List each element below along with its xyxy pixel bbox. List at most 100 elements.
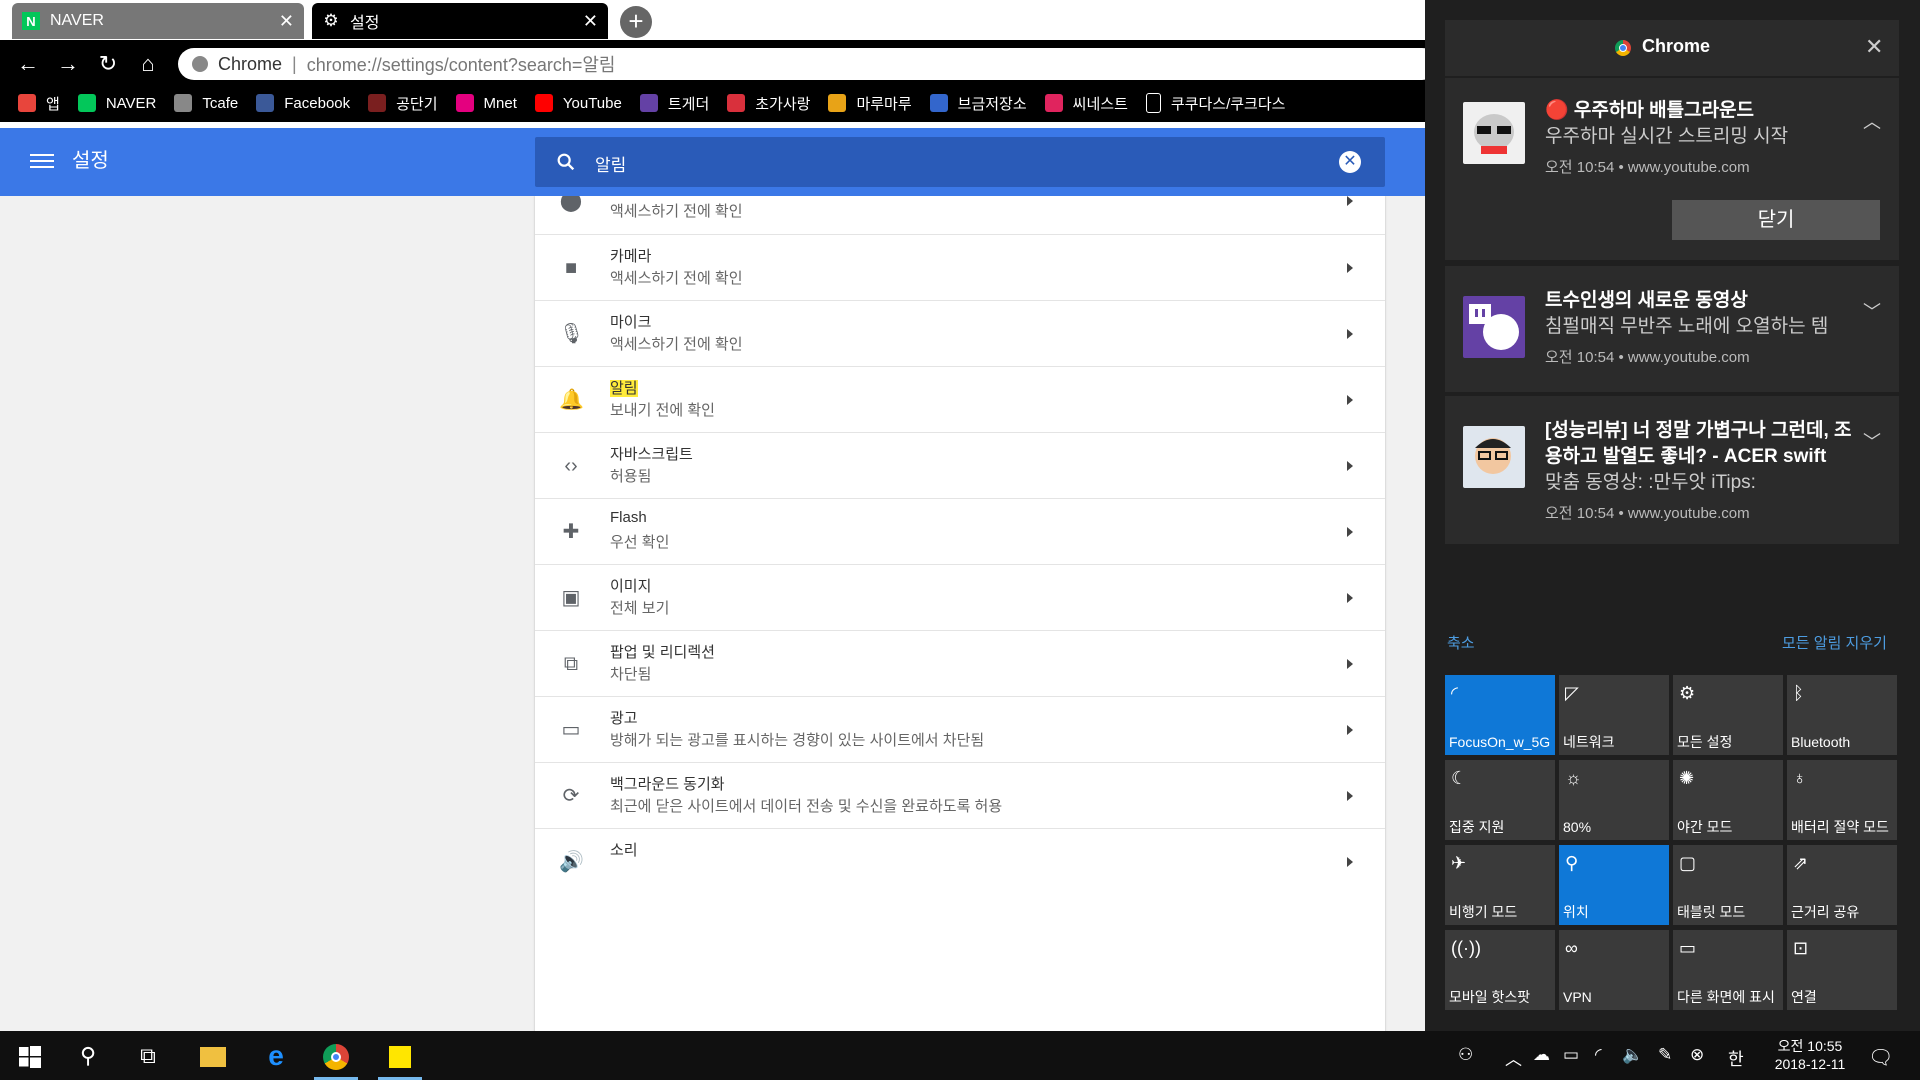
volume-icon[interactable]: 🔈 — [1622, 1045, 1643, 1065]
notification-card[interactable]: 🔴 우주하마 배틀그라운드 우주하마 실시간 스트리밍 시작 오전 10:54 … — [1445, 78, 1899, 260]
bookmark-item[interactable]: 마루마루 — [828, 93, 912, 114]
close-icon[interactable]: ✕ — [1865, 34, 1883, 60]
chevron-down-icon[interactable]: ﹀ — [1863, 428, 1881, 454]
settings-row[interactable]: 🎙 마이크 액세스하기 전에 확인 — [535, 300, 1385, 366]
chevron-up-icon[interactable]: ︿ — [1505, 1045, 1522, 1070]
bookmark-item[interactable]: 초가사랑 — [727, 93, 810, 114]
bookmark-item[interactable]: NAVER — [77, 94, 156, 112]
settings-row[interactable]: ⟳ 백그라운드 동기화 최근에 닫은 사이트에서 데이터 전송 및 수신을 완료하도… — [535, 762, 1385, 828]
bgm-store-icon — [929, 94, 948, 112]
close-icon[interactable]: ✕ — [583, 11, 598, 32]
bookmark-item[interactable]: 앱 — [18, 93, 60, 114]
dismiss-button[interactable]: 닫기 — [1672, 200, 1880, 240]
quick-action-label: Bluetooth — [1791, 734, 1851, 750]
settings-row[interactable]: ⧉ 팝업 및 리디렉션 차단됨 — [535, 630, 1385, 696]
quick-action-tile[interactable]: ⊡ 연결 — [1787, 930, 1897, 1010]
settings-row[interactable]: ⬤ 위치액세스하기 전에 확인 — [535, 196, 1385, 234]
edge-browser-icon[interactable]: e — [246, 1031, 306, 1080]
search-input[interactable] — [593, 147, 1297, 179]
quick-action-tile[interactable]: ⚲ 위치 — [1559, 845, 1669, 925]
quick-action-tile[interactable]: ▢ 태블릿 모드 — [1673, 845, 1783, 925]
settings-row[interactable]: ‹› 자바스크립트 허용됨 — [535, 432, 1385, 498]
settings-row[interactable]: 🔔 알림 보내기 전에 확인 — [535, 366, 1385, 432]
file-explorer-icon[interactable] — [183, 1031, 243, 1080]
onedrive-cloud-icon[interactable]: ☁ — [1533, 1045, 1550, 1065]
clear-all-notifications-link[interactable]: 모든 알림 지우기 — [1782, 632, 1887, 653]
settings-row-title: 이미지 — [610, 578, 652, 595]
settings-row-title: 카메라 — [610, 248, 652, 265]
settings-row[interactable]: ■ 카메라액세스하기 전에 확인 — [535, 234, 1385, 300]
action-center-icon[interactable]: 🗨 — [1868, 1045, 1893, 1070]
ime-indicator[interactable]: 한 — [1728, 1045, 1744, 1070]
quick-action-tile[interactable]: ∞ VPN — [1559, 930, 1669, 1010]
notification-card[interactable]: 트수인생의 새로운 동영상 침펄매직 무반주 노래에 오열하는 템 오전 10:… — [1445, 266, 1899, 392]
bookmark-item[interactable]: Mnet — [455, 94, 517, 112]
notification-title: [성능리뷰] 너 정말 가볍구나 그런데, 조용하고 발열도 좋네? - ACE… — [1545, 420, 1852, 467]
quick-action-tile[interactable]: ✺ 야간 모드 — [1673, 760, 1783, 840]
close-circle-icon[interactable]: ⊗ — [1690, 1045, 1704, 1065]
bookmark-item[interactable]: Tcafe — [174, 94, 238, 112]
task-view-icon[interactable]: ⧉ — [118, 1031, 178, 1080]
bookmark-item[interactable]: 공단기 — [368, 93, 438, 114]
address-bar[interactable]: Chrome | chrome://settings/content?searc… — [178, 48, 1438, 80]
notification-card[interactable]: [성능리뷰] 너 정말 가볍구나 그런데, 조용하고 발열도 좋네? - ACE… — [1445, 396, 1899, 544]
naver-icon: N — [22, 12, 40, 30]
settings-search-box: ✕ — [535, 137, 1385, 187]
people-icon[interactable]: ⚇ — [1458, 1045, 1473, 1065]
bookmark-item[interactable]: Facebook — [256, 94, 350, 112]
quick-action-tile[interactable]: ◜ FocusOn_w_5G — [1445, 675, 1555, 755]
search-icon[interactable]: ⚲ — [58, 1031, 118, 1080]
tgd-icon — [639, 94, 658, 112]
tab-naver[interactable]: N NAVER ✕ — [12, 3, 304, 39]
quick-action-tile[interactable]: ☾ 집중 지원 — [1445, 760, 1555, 840]
sticky-notes-icon[interactable] — [370, 1031, 430, 1080]
quick-action-tile[interactable]: ⚙ 모든 설정 — [1673, 675, 1783, 755]
battery-icon[interactable]: ▭ — [1563, 1045, 1579, 1065]
taskbar-clock[interactable]: 오전 10:55 2018-12-11 — [1760, 1037, 1860, 1073]
quick-action-label: 배터리 절약 모드 — [1791, 819, 1889, 835]
quick-action-label: 집중 지원 — [1449, 819, 1505, 835]
windows-start-icon[interactable] — [0, 1031, 60, 1080]
tab-settings[interactable]: ⚙ 설정 ✕ — [312, 3, 608, 39]
chevron-up-icon[interactable]: ︿ — [1863, 108, 1881, 134]
cinest-icon — [1044, 94, 1063, 112]
bookmark-item[interactable]: YouTube — [534, 94, 622, 112]
search-icon — [557, 153, 575, 171]
notification-title: 트수인생의 새로운 동영상 — [1545, 290, 1748, 311]
quick-action-tile[interactable]: ⇗ 근거리 공유 — [1787, 845, 1897, 925]
clear-search-icon[interactable]: ✕ — [1339, 151, 1361, 173]
new-tab-button[interactable]: + — [620, 6, 652, 38]
quick-action-tile[interactable]: ᛒ Bluetooth — [1787, 675, 1897, 755]
camera-icon: ■ — [564, 257, 578, 279]
settings-row[interactable]: 🔊 소리 — [535, 828, 1385, 894]
forward-arrow-icon[interactable]: → — [52, 48, 84, 80]
settings-row[interactable]: ▣ 이미지 전체 보기 — [535, 564, 1385, 630]
wifi-icon[interactable]: ◜ — [1595, 1045, 1602, 1065]
back-arrow-icon[interactable]: ← — [12, 48, 44, 80]
chrome-taskbar-icon[interactable] — [306, 1031, 366, 1080]
settings-row-subtitle: 액세스하기 전에 확인 — [610, 270, 743, 287]
close-icon[interactable]: ✕ — [279, 11, 294, 32]
quick-action-tile[interactable]: ☼ 80% — [1559, 760, 1669, 840]
bookmark-item[interactable]: 씨네스트 — [1044, 93, 1128, 114]
reload-icon[interactable]: ↻ — [92, 48, 124, 80]
settings-row[interactable]: ▭ 광고 방해가 되는 광고를 표시하는 경향이 있는 사이트에서 차단됨 — [535, 696, 1385, 762]
home-icon[interactable]: ⌂ — [132, 48, 164, 80]
quick-action-tile[interactable]: ((·)) 모바일 핫스팟 — [1445, 930, 1555, 1010]
quick-action-tile[interactable]: ♁ 배터리 절약 모드 — [1787, 760, 1897, 840]
chevron-down-icon[interactable]: ﹀ — [1863, 298, 1881, 324]
bookmark-item[interactable]: 브금저장소 — [929, 93, 1027, 114]
quick-action-tile[interactable]: ◸ 네트워크 — [1559, 675, 1669, 755]
pen-icon[interactable]: ✎ — [1658, 1045, 1672, 1065]
hamburger-menu-icon[interactable] — [30, 150, 54, 174]
quick-action-tile[interactable]: ✈ 비행기 모드 — [1445, 845, 1555, 925]
quick-action-tile[interactable]: ▭ 다른 화면에 표시 — [1673, 930, 1783, 1010]
quick-action-label: 근거리 공유 — [1791, 904, 1860, 920]
sync-icon: ⟳ — [562, 785, 580, 807]
bookmark-item[interactable]: 트게더 — [639, 93, 709, 114]
bookmark-item[interactable]: 쿠쿠다스/쿠크다스 — [1145, 93, 1285, 114]
quick-action-label: 다른 화면에 표시 — [1677, 989, 1775, 1005]
collapse-link[interactable]: 축소 — [1447, 632, 1475, 653]
settings-row[interactable]: ✚ Flash 우선 확인 — [535, 498, 1385, 564]
image-icon: ▣ — [561, 587, 581, 609]
